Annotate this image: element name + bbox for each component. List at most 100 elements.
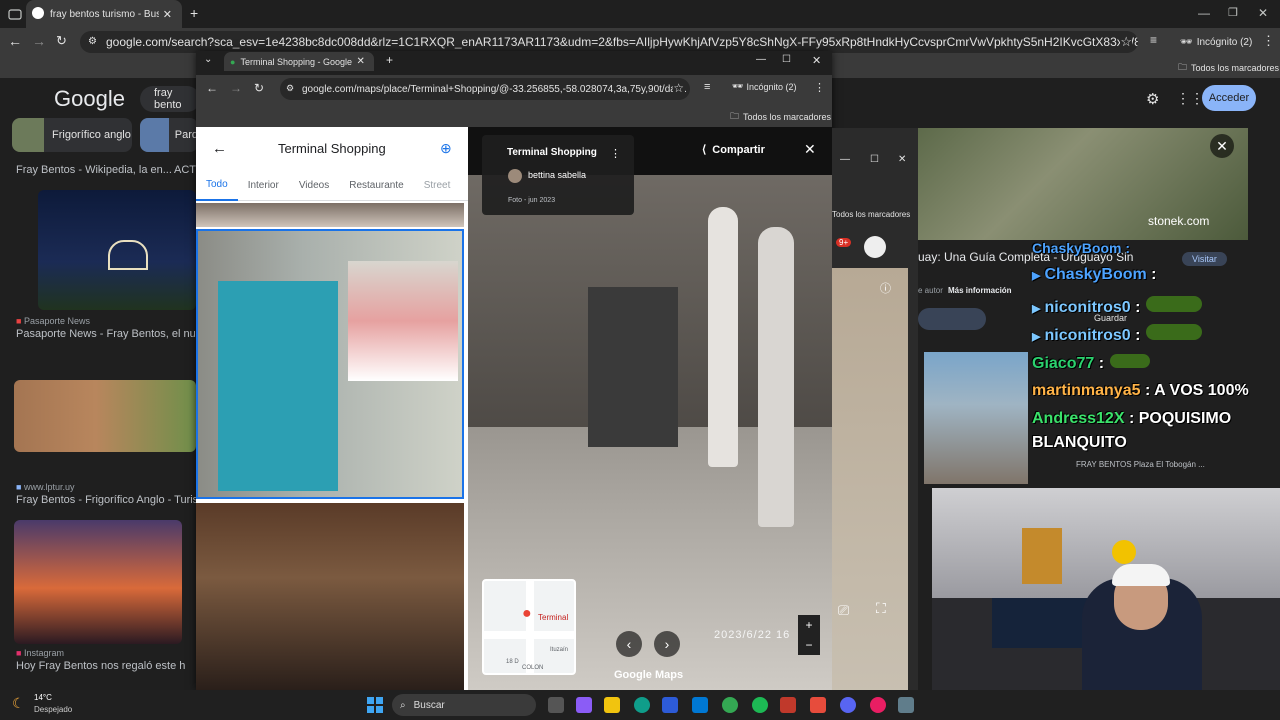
chip-parque[interactable]: Parq bbox=[140, 118, 198, 152]
chrome-icon[interactable] bbox=[722, 697, 738, 713]
reload-icon[interactable]: ↻ bbox=[56, 33, 67, 49]
tab-search-icon[interactable]: ≡ bbox=[704, 81, 710, 93]
author-name[interactable]: bettina sabella bbox=[528, 170, 586, 180]
photo-thumb-bottom[interactable] bbox=[196, 503, 464, 690]
add-photo-icon[interactable]: ⊕ bbox=[440, 140, 452, 157]
settings-gear-icon[interactable]: ⚙ bbox=[1146, 90, 1159, 108]
discord-icon[interactable] bbox=[840, 697, 856, 713]
next-arrow-icon[interactable]: › bbox=[654, 631, 680, 657]
close-window-icon[interactable]: ✕ bbox=[812, 54, 821, 67]
reload-icon[interactable]: ↻ bbox=[254, 81, 264, 95]
spotify-icon[interactable] bbox=[752, 697, 768, 713]
photo-thumb-top[interactable] bbox=[196, 203, 464, 227]
fullscreen-icon[interactable]: ⛶ bbox=[876, 600, 886, 617]
bookmarks-label[interactable]: Todos los marcadores bbox=[832, 210, 910, 219]
new-tab-icon[interactable]: + bbox=[386, 53, 393, 67]
minimap[interactable]: ● Terminal 18 D Ituzaín COLON bbox=[482, 579, 576, 675]
tab-list-icon[interactable]: ⌄ bbox=[204, 54, 212, 65]
street-view-viewer[interactable]: Terminal Shopping ⋮ bettina sabella Foto… bbox=[468, 127, 832, 690]
google-logo[interactable]: Google bbox=[54, 86, 125, 112]
windows-start-icon[interactable] bbox=[366, 696, 384, 714]
forward-arrow-icon[interactable]: → bbox=[32, 33, 46, 49]
incognito-badge[interactable]: 🕶 Incógnito (2) bbox=[732, 81, 796, 92]
signin-button[interactable]: Acceder bbox=[1202, 85, 1256, 111]
tab-videos[interactable]: Videos bbox=[289, 171, 339, 201]
menu-kebab-icon[interactable]: ⋮ bbox=[1262, 33, 1275, 49]
close-window-icon[interactable]: ✕ bbox=[898, 154, 906, 165]
outlook-icon[interactable] bbox=[692, 697, 708, 713]
result-caption[interactable]: Pasaporte News - Fray Bentos, el nuevo g bbox=[16, 328, 196, 340]
tab-search-icon[interactable]: ≡ bbox=[1150, 33, 1157, 47]
voice-app-icon[interactable] bbox=[780, 697, 796, 713]
result-caption[interactable]: Fray Bentos - Frigorífico Anglo - Turism… bbox=[16, 494, 196, 506]
back-arrow-icon[interactable]: ← bbox=[8, 33, 22, 49]
result-caption[interactable]: Hoy Fray Bentos nos regaló este h... bbox=[16, 660, 186, 672]
maximize-icon[interactable]: ☐ bbox=[870, 154, 879, 165]
minimize-icon[interactable]: — bbox=[840, 154, 850, 165]
tab-terminal-shopping[interactable]: ● Terminal Shopping - Google M ✕ bbox=[224, 52, 374, 71]
taskbar-search[interactable]: ⌕ Buscar bbox=[392, 694, 536, 716]
more-info-link[interactable]: Más información bbox=[948, 286, 1012, 295]
file-explorer-icon[interactable] bbox=[604, 697, 620, 713]
tab-google-search[interactable]: fray bentos turismo - Buscar con ✕ bbox=[26, 0, 182, 28]
minimize-icon[interactable]: — bbox=[756, 54, 766, 65]
close-viewer-icon[interactable]: ✕ bbox=[804, 141, 816, 158]
zoom-in-icon[interactable]: + bbox=[798, 615, 820, 635]
steam-icon[interactable] bbox=[898, 697, 914, 713]
address-bar[interactable]: ⚙ google.com/maps/place/Terminal+Shoppin… bbox=[280, 78, 690, 100]
chip-frigorifico[interactable]: Frigorífico anglo bbox=[12, 118, 132, 152]
tab-restaurante[interactable]: Restaurante bbox=[339, 171, 413, 201]
bookmark-star-icon[interactable]: ☆ bbox=[673, 81, 684, 95]
maximize-icon[interactable]: ❐ bbox=[1228, 6, 1238, 19]
site-info-icon[interactable]: ⚙ bbox=[286, 83, 294, 94]
incognito-badge[interactable]: 🕶 Incógnito (2) bbox=[1180, 31, 1252, 53]
back-arrow-icon[interactable]: ← bbox=[206, 81, 218, 95]
result-image-anglo[interactable] bbox=[14, 380, 196, 452]
prev-arrow-icon[interactable]: ‹ bbox=[616, 631, 642, 657]
close-icon[interactable]: ✕ bbox=[1210, 134, 1234, 158]
tab-street[interactable]: Street bbox=[414, 171, 461, 201]
site-info-icon[interactable]: ⚙ bbox=[88, 36, 97, 47]
info-icon[interactable]: ⓘ bbox=[880, 280, 891, 296]
weather-temp[interactable]: 14°C bbox=[34, 693, 52, 702]
search-input[interactable]: fray bento bbox=[140, 86, 200, 112]
minimize-icon[interactable]: — bbox=[1198, 6, 1210, 20]
bookmark-star-icon[interactable]: ☆ bbox=[1120, 34, 1132, 50]
more-options-icon[interactable]: ⋮ bbox=[610, 147, 621, 160]
close-window-icon[interactable]: ✕ bbox=[1258, 6, 1268, 20]
obs-icon[interactable] bbox=[810, 697, 826, 713]
apps-grid-icon[interactable]: ⋮⋮ bbox=[1176, 90, 1204, 107]
task-view-icon[interactable] bbox=[548, 697, 564, 713]
result-image-kiosk[interactable] bbox=[38, 190, 196, 310]
maximize-icon[interactable]: ☐ bbox=[782, 54, 791, 65]
tab-list-icon[interactable] bbox=[8, 7, 22, 21]
result-caption[interactable]: Fray Bentos - Wikipedia, la en... bbox=[16, 164, 172, 176]
all-bookmarks-link[interactable]: 🗀 Todos los marcadores bbox=[730, 109, 831, 125]
store-icon[interactable] bbox=[662, 697, 678, 713]
pill-button[interactable] bbox=[918, 308, 986, 330]
tab-interior[interactable]: Interior bbox=[238, 171, 289, 201]
result-source-label: Instagram bbox=[23, 648, 64, 658]
close-tab-icon[interactable]: ✕ bbox=[356, 56, 364, 67]
zoom-out-icon[interactable]: − bbox=[798, 635, 820, 655]
new-tab-icon[interactable]: + bbox=[190, 5, 198, 21]
forward-arrow-icon[interactable]: → bbox=[230, 81, 242, 95]
copilot-icon[interactable] bbox=[576, 697, 592, 713]
all-bookmarks-link[interactable]: 🗀 Todos los marcadores bbox=[1178, 60, 1279, 76]
address-bar[interactable]: ⚙ google.com/search?sca_esv=1e4238bc8dc0… bbox=[80, 31, 1138, 53]
tab-todo[interactable]: Todo bbox=[196, 171, 238, 201]
photo-thumb-selected[interactable] bbox=[196, 229, 464, 499]
close-tab-icon[interactable]: ✕ bbox=[163, 8, 172, 21]
profile-avatar[interactable] bbox=[864, 236, 886, 258]
back-arrow-icon[interactable]: ← bbox=[212, 140, 227, 157]
photo-timestamp: 2023/6/22 16 bbox=[714, 629, 791, 641]
visit-button[interactable]: Visitar bbox=[1182, 252, 1227, 266]
place-name[interactable]: Terminal Shopping bbox=[507, 147, 597, 158]
edge-icon[interactable] bbox=[634, 697, 650, 713]
menu-kebab-icon[interactable]: ⋮ bbox=[814, 81, 825, 94]
share-button[interactable]: ⟨ Compartir bbox=[702, 143, 765, 157]
app-icon[interactable] bbox=[870, 697, 886, 713]
cast-icon[interactable]: ⎚ bbox=[838, 602, 849, 619]
result-image-sunset[interactable] bbox=[14, 520, 182, 644]
weather-icon[interactable]: ☾ bbox=[12, 695, 25, 712]
